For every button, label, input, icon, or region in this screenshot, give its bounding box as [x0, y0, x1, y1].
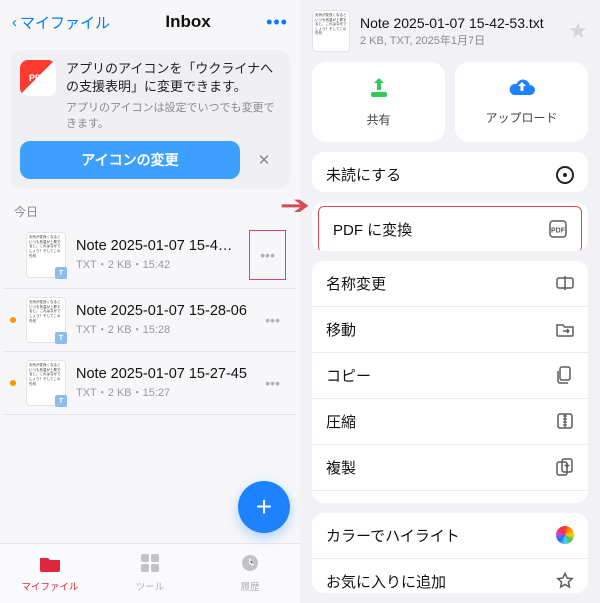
- promo-card: PDF アプリのアイコンを「ウクライナへの支援表明」に変更できます。 アプリのア…: [10, 50, 290, 189]
- file-thumb-icon: 天気が変良くなるといつも気温が上昇すると。これはなぜでしょう？そしてこの先何 T: [26, 360, 66, 406]
- menu-label: 未読にする: [326, 164, 401, 185]
- menu-label: お気に入りに追加: [326, 571, 446, 592]
- file-more-button[interactable]: •••: [249, 230, 286, 280]
- file-name: Note 2025-01-07 15-27-45: [76, 366, 249, 382]
- star-outline-icon: [556, 572, 574, 590]
- back-button[interactable]: ‹ マイファイル: [12, 12, 110, 33]
- upload-label: アップロード: [485, 109, 557, 126]
- menu-label: コピー: [326, 365, 371, 386]
- promo-line2: アプリのアイコンは設定でいつでも変更できます。: [66, 99, 280, 131]
- annotation-arrow-icon: ➔: [280, 190, 311, 221]
- file-title: Note 2025-01-07 15-42-53.txt: [360, 15, 558, 31]
- tab-history[interactable]: 履歴: [200, 544, 300, 603]
- promo-line1: アプリのアイコンを「ウクライナへの支援表明」に変更できます。: [66, 60, 280, 96]
- chevron-left-icon: ‹: [12, 14, 17, 31]
- file-row[interactable]: 天気が変良くなるといつも気温が上昇すると。これはなぜでしょう？そしてこの先何 T…: [4, 289, 296, 352]
- tab-label: 履歴: [240, 579, 259, 593]
- convert-pdf-item[interactable]: PDF に変換 PDF: [319, 207, 581, 251]
- duplicate-icon: [556, 458, 574, 476]
- file-thumb-icon: 天気が変良くなるといつも気温が上昇すると。これはなぜでしょう？そしてこの先何 T: [26, 297, 66, 343]
- color-highlight-item[interactable]: カラーでハイライト: [312, 513, 588, 559]
- left-panel: ‹ マイファイル Inbox ••• PDF アプリのアイコンを「ウクライナへの…: [0, 0, 300, 603]
- compress-icon: [556, 412, 574, 430]
- header-more-button[interactable]: •••: [266, 12, 288, 33]
- grid-icon: [141, 554, 159, 577]
- menu-label: PDF に変換: [333, 219, 412, 240]
- file-info-header: 天気が変良くなるといつも気温が上昇すると。これはなぜでしょう？そしてこの先何 N…: [300, 0, 600, 62]
- file-icon: [39, 554, 61, 577]
- file-name: Note 2025-01-07 15-42-53: [76, 238, 239, 254]
- file-meta: TXT・2 KB・15:27: [76, 384, 249, 400]
- tab-tools[interactable]: ツール: [100, 544, 200, 603]
- action-row: 共有 アップロード: [300, 62, 600, 152]
- txt-badge-icon: T: [55, 267, 67, 279]
- share-icon: [367, 76, 391, 106]
- add-favorite-item[interactable]: お気に入りに追加: [312, 559, 588, 593]
- radio-icon: [556, 166, 574, 184]
- menu-label: 複製: [326, 457, 356, 478]
- file-name: Note 2025-01-07 15-28-06: [76, 303, 249, 319]
- file-row[interactable]: 天気が変良くなるといつも気温が上昇すると。これはなぜでしょう？そしてこの先何 T…: [4, 352, 296, 415]
- clock-icon: [241, 554, 259, 577]
- svg-text:PDF: PDF: [551, 228, 566, 235]
- pdf-app-icon: PDF: [20, 60, 56, 96]
- compress-item[interactable]: 圧縮: [312, 399, 588, 445]
- cloud-upload-icon: [508, 76, 536, 104]
- right-panel: 天気が変良くなるといつも気温が上昇すると。これはなぜでしょう？そしてこの先何 N…: [300, 0, 600, 603]
- pdf-icon: PDF: [549, 220, 567, 238]
- menu-label: 圧縮: [326, 411, 356, 432]
- menu-label: カラーでハイライト: [326, 525, 460, 546]
- star-icon[interactable]: ★: [568, 18, 588, 44]
- tab-label: ツール: [136, 579, 165, 593]
- txt-badge-icon: T: [55, 332, 67, 344]
- file-thumb-icon: 天気が変良くなるといつも気温が上昇すると。これはなぜでしょう？そしてこの先何 T: [26, 232, 66, 278]
- change-icon-button[interactable]: アイコンの変更: [20, 141, 240, 179]
- unread-dot-icon: [10, 317, 16, 323]
- rename-icon: [556, 274, 574, 292]
- file-thumb-icon: 天気が変良くなるといつも気温が上昇すると。これはなぜでしょう？そしてこの先何: [312, 10, 350, 52]
- copy-item[interactable]: コピー: [312, 353, 588, 399]
- page-title: Inbox: [165, 12, 210, 32]
- move-item[interactable]: 移動: [312, 307, 588, 353]
- move-icon: [556, 320, 574, 338]
- file-meta: TXT・2 KB・15:42: [76, 256, 239, 272]
- unread-dot-icon: [10, 380, 16, 386]
- section-today: 今日: [0, 195, 300, 222]
- tab-label: マイファイル: [21, 579, 78, 593]
- share-button[interactable]: 共有: [312, 62, 445, 142]
- file-meta: TXT・2 KB・15:28: [76, 321, 249, 337]
- tab-my-files[interactable]: マイファイル: [0, 544, 100, 603]
- file-row[interactable]: 天気が変良くなるといつも気温が上昇すると。これはなぜでしょう？そしてこの先何 T…: [4, 222, 296, 289]
- tab-bar: マイファイル ツール 履歴: [0, 543, 300, 603]
- copy-icon: [556, 366, 574, 384]
- dismiss-promo-button[interactable]: ✕: [248, 144, 280, 176]
- txt-badge-icon: T: [55, 395, 67, 407]
- mark-unread-item[interactable]: 未読にする: [312, 152, 588, 192]
- file-more-button[interactable]: •••: [259, 369, 286, 397]
- menu-label: 移動: [326, 319, 356, 340]
- share-label: 共有: [366, 111, 390, 128]
- file-subtitle: 2 KB, TXT, 2025年1月7日: [360, 32, 558, 48]
- file-more-button[interactable]: •••: [259, 306, 286, 334]
- menu-group-file-ops: 名称変更 移動 コピー 圧縮 複製: [312, 261, 588, 503]
- rename-item[interactable]: 名称変更: [312, 261, 588, 307]
- color-wheel-icon: [556, 526, 574, 544]
- menu-group-read: 未読にする: [312, 152, 588, 192]
- menu-group-convert: PDF に変換 PDF: [312, 202, 588, 251]
- menu-group-extras: カラーでハイライト お気に入りに追加: [312, 513, 588, 593]
- duplicate-item[interactable]: 複製: [312, 445, 588, 491]
- header: ‹ マイファイル Inbox •••: [0, 0, 300, 44]
- menu-label: 名称変更: [326, 273, 386, 294]
- back-label: マイファイル: [20, 12, 110, 33]
- plus-icon: +: [256, 491, 272, 523]
- upload-button[interactable]: アップロード: [455, 62, 588, 142]
- add-fab-button[interactable]: +: [238, 481, 290, 533]
- delete-item[interactable]: 削除: [312, 491, 588, 503]
